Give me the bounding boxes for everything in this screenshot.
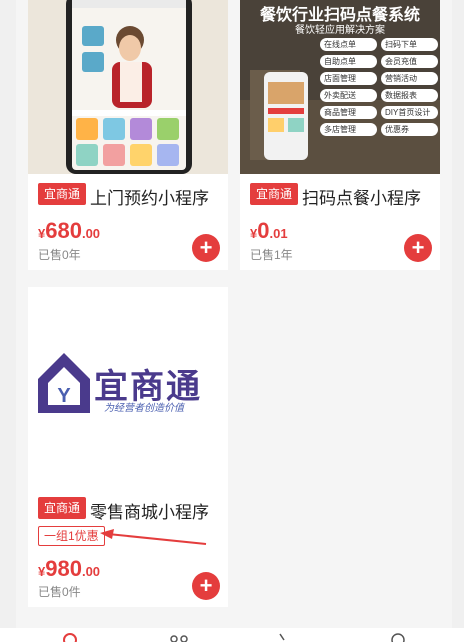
brand-tag: 宜商通 [38, 183, 87, 205]
logo-slogan: 为经营者创造价值 [104, 403, 184, 414]
phone-mockup-icon [28, 0, 228, 174]
product-price: ¥0.01 [250, 218, 288, 244]
brand-tag: 宜商通 [38, 497, 87, 519]
feature-item: 优惠券 [381, 123, 438, 136]
add-to-cart-button[interactable]: + [404, 234, 432, 262]
product-image-phone-mockup[interactable] [28, 0, 228, 174]
feature-item: 自助点单 [320, 55, 377, 68]
product-title[interactable]: 零售商城小程序 [90, 498, 209, 523]
home-tab-icon[interactable] [63, 633, 77, 642]
profile-tab-icon[interactable] [391, 633, 405, 642]
product-image-logo[interactable]: Y 宜商通 为经营者创造价值 [28, 287, 228, 487]
feature-item: DIY首页设计 [381, 106, 438, 119]
sold-count: 已售1年 [250, 248, 293, 262]
feature-item: 外卖配送 [320, 89, 377, 102]
brand-tag: 宜商通 [250, 183, 299, 205]
plus-icon: + [411, 235, 425, 260]
cart-tab-icon[interactable] [279, 633, 285, 641]
feature-item: 在线点单 [320, 38, 377, 51]
price-decimal: .00 [81, 226, 101, 241]
product-card[interactable]: 宜商通 上门预约小程序 ¥680.00 已售0年 + [28, 0, 228, 270]
category-tab-icon[interactable] [170, 635, 178, 642]
promo-ribbon: 一组1优惠 [38, 526, 105, 546]
product-image-banner[interactable]: 餐饮行业扫码点餐系统 餐饮轻应用解决方案 在线点单 扫码下单 自助点单 会员充值… [240, 0, 440, 174]
price-decimal: .01 [269, 226, 288, 241]
price-decimal: .00 [81, 564, 101, 579]
add-to-cart-button[interactable]: + [192, 572, 220, 600]
feature-item: 营销活动 [381, 72, 438, 85]
plus-icon: + [199, 573, 213, 598]
product-price: ¥980.00 [38, 556, 100, 582]
price-integer: 980 [45, 556, 82, 581]
bottom-tab-bar [0, 628, 464, 642]
product-price: ¥680.00 [38, 218, 100, 244]
feature-item: 店面管理 [320, 72, 377, 85]
price-integer: 0 [257, 218, 270, 243]
product-card[interactable]: 餐饮行业扫码点餐系统 餐饮轻应用解决方案 在线点单 扫码下单 自助点单 会员充值… [240, 0, 440, 270]
arrow-pointer-icon [100, 529, 207, 545]
add-to-cart-button[interactable]: + [192, 234, 220, 262]
banner-subtitle: 餐饮轻应用解决方案 [295, 25, 385, 36]
feature-grid: 在线点单 扫码下单 自助点单 会员充值 店面管理 营销活动 外卖配送 数据报表 … [320, 38, 438, 136]
price-integer: 680 [45, 218, 82, 243]
feature-item: 多店管理 [320, 123, 377, 136]
product-title[interactable]: 扫码点餐小程序 [302, 184, 421, 209]
svg-text:Y: Y [57, 385, 71, 407]
sold-count: 已售0年 [38, 248, 81, 262]
product-grid: 宜商通 上门预约小程序 ¥680.00 已售0年 + 餐饮行业扫码点餐系统 餐饮… [16, 0, 452, 628]
feature-item: 商品管理 [320, 106, 377, 119]
sold-count: 已售0件 [38, 585, 81, 599]
feature-item: 数据报表 [381, 89, 438, 102]
product-title[interactable]: 上门预约小程序 [90, 184, 209, 209]
feature-item: 会员充值 [381, 55, 438, 68]
product-card[interactable]: Y 宜商通 为经营者创造价值 宜商通 零售商城小程序 一组1优惠 ¥980.00… [28, 287, 228, 607]
tab-bar-icons [63, 633, 405, 642]
plus-icon: + [199, 235, 213, 260]
feature-item: 扫码下单 [381, 38, 438, 51]
